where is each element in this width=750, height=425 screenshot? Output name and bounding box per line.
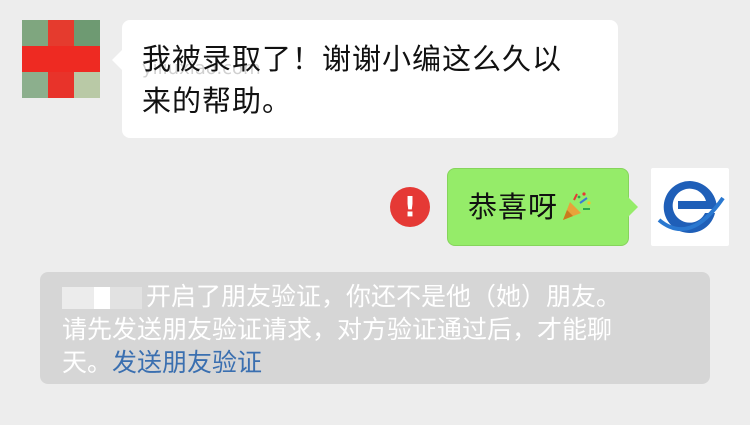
outgoing-message-text: 恭喜呀 [468,190,559,224]
send-friend-verification-link[interactable]: 发送朋友验证 [112,348,262,377]
system-notice: 开启了朋友验证，你还不是他（她）朋友。 请先发送朋友验证请求，对方验证通过后，才… [40,272,710,384]
system-notice-text: 开启了朋友验证，你还不是他（她）朋友。 请先发送朋友验证请求，对方验证通过后，才… [62,280,694,379]
notice-text-part3: 天。 [62,348,113,377]
notice-text-part2: 请先发送朋友验证请求，对方验证通过后，才能聊 [62,315,613,344]
user-avatar[interactable] [651,168,729,246]
avatar-pixel [74,46,100,72]
avatar-pixel [48,20,74,46]
incoming-message-bubble[interactable]: yiliuxiao.com 我被录取了！谢谢小编这么久以 来的帮助。 [112,20,618,138]
party-popper-icon [563,192,591,220]
error-symbol: ! [403,190,417,223]
incoming-message-line2: 来的帮助。 [142,84,293,118]
avatar-pixel [74,72,100,98]
incoming-message-line1: 我被录取了！谢谢小编这么久以 [142,42,563,76]
notice-text-part1: 开启了朋友验证，你还不是他（她）朋友。 [146,282,622,311]
outgoing-message-bubble[interactable]: 恭喜呀 [447,168,638,246]
e-logo-icon [657,175,725,239]
avatar-pixel [22,46,74,72]
incoming-message-text: 我被录取了！谢谢小编这么久以 来的帮助。 [142,38,598,122]
contact-avatar[interactable] [22,20,100,98]
avatar-pixel [48,72,74,98]
avatar-pixel [22,20,48,46]
avatar-pixel [22,72,48,98]
blurred-contact-name [62,287,142,309]
error-icon[interactable]: ! [390,187,430,227]
avatar-pixel [74,20,100,46]
